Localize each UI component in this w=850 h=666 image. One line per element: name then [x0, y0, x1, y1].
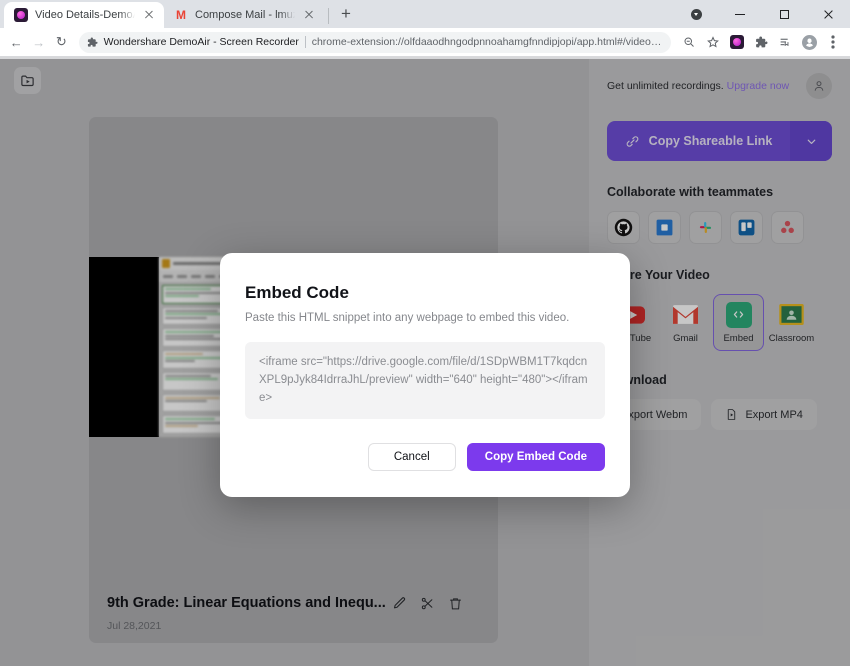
new-tab-button[interactable]: +: [333, 1, 359, 27]
reload-button[interactable]: ↻: [51, 30, 72, 54]
back-button[interactable]: ←: [6, 30, 27, 54]
close-icon[interactable]: [142, 8, 156, 22]
browser-toolbar: ← → ↻ Wondershare DemoAir - Screen Recor…: [0, 28, 850, 56]
puzzle-extension-icon: [87, 36, 98, 48]
dialog-actions: Cancel Copy Embed Code: [245, 443, 605, 472]
zoom-search-icon[interactable]: [678, 31, 700, 53]
browser-chrome: Video Details-DemoAir Screen Re M Compos…: [0, 0, 850, 59]
minimize-icon: [735, 13, 745, 15]
tab-strip: Video Details-DemoAir Screen Re M Compos…: [0, 0, 850, 28]
dialog-subtitle: Paste this HTML snippet into any webpage…: [245, 312, 570, 324]
dialog-title: Embed Code: [245, 283, 349, 302]
reading-list-icon[interactable]: [774, 31, 796, 53]
maximize-icon: [779, 9, 789, 19]
forward-button[interactable]: →: [29, 30, 50, 54]
demoair-extension-icon[interactable]: [726, 31, 748, 53]
star-icon[interactable]: [702, 31, 724, 53]
toolbar-actions: [678, 31, 844, 53]
demoair-glyph-icon: [730, 35, 745, 49]
window-controls: [674, 0, 850, 28]
puzzle-extensions-icon[interactable]: [750, 31, 772, 53]
restore-down-button[interactable]: [674, 0, 718, 28]
browser-tab-video-details[interactable]: Video Details-DemoAir Screen Re: [4, 2, 164, 28]
close-icon[interactable]: [302, 8, 316, 22]
copy-embed-code-button[interactable]: Copy Embed Code: [466, 443, 605, 472]
close-window-button[interactable]: [806, 0, 850, 28]
address-bar[interactable]: Wondershare DemoAir - Screen Recorder ch…: [78, 31, 672, 53]
extension-name-chip: Wondershare DemoAir - Screen Recorder: [103, 36, 299, 48]
avatar: [801, 34, 817, 50]
three-dot-menu-icon[interactable]: [822, 31, 844, 53]
caret-down-icon: [690, 8, 702, 20]
omnibox-divider: [304, 36, 306, 48]
embed-code-text[interactable]: <iframe src="https://drive.google.com/fi…: [245, 342, 605, 420]
gmail-favicon-icon: M: [176, 8, 186, 22]
url-text: chrome-extension://olfdaaodhngodpnnoaham…: [311, 36, 663, 48]
cancel-button[interactable]: Cancel: [367, 443, 456, 472]
tab-divider: [328, 8, 329, 24]
tab-title: Compose Mail - lmuzi751@gma: [195, 9, 295, 21]
app-page: 9th Grade: Linear Equations and Inequ...…: [0, 59, 850, 666]
maximize-button[interactable]: [762, 0, 806, 28]
tab-title: Video Details-DemoAir Screen Re: [35, 9, 135, 21]
profile-avatar-icon[interactable]: [798, 31, 820, 53]
close-icon: [823, 9, 834, 20]
embed-code-dialog: Embed Code Paste this HTML snippet into …: [220, 253, 630, 498]
minimize-button[interactable]: [718, 0, 762, 28]
browser-tab-compose-mail[interactable]: M Compose Mail - lmuzi751@gma: [164, 2, 324, 28]
demoair-favicon-icon: [14, 8, 28, 22]
